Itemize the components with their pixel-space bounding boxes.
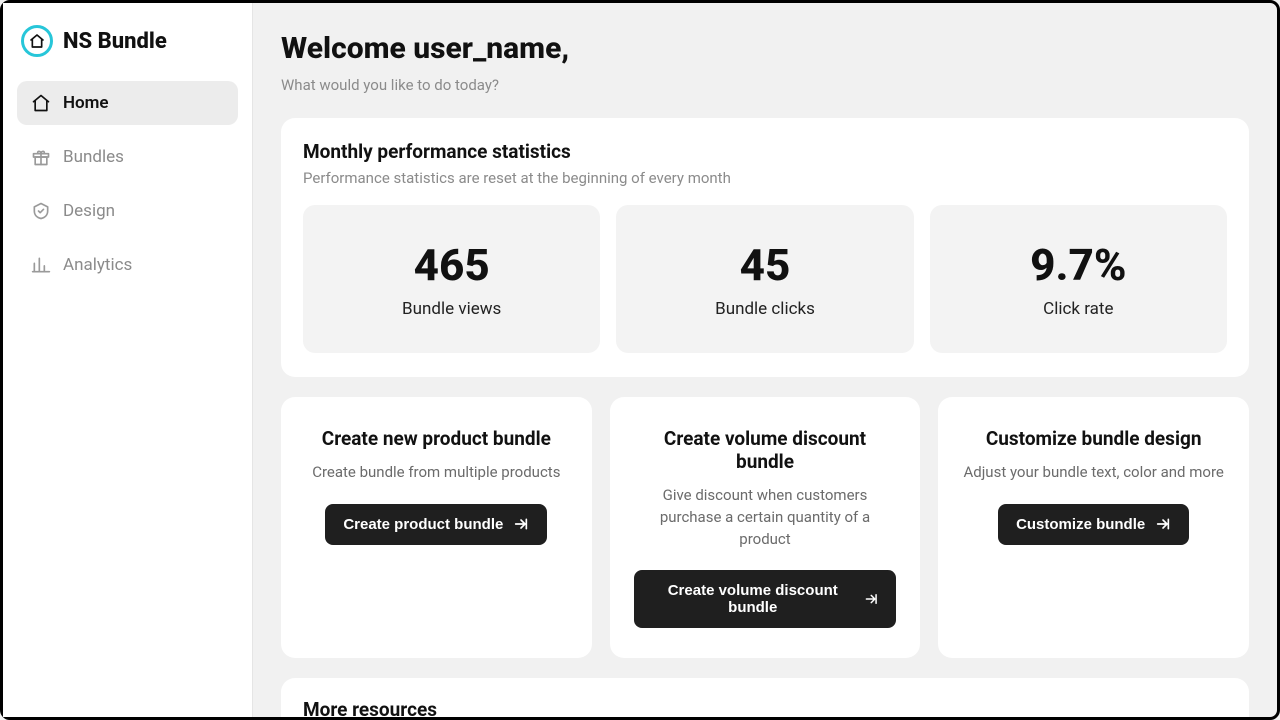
sidebar-item-design[interactable]: Design [17, 189, 238, 233]
action-desc: Give discount when customers purchase a … [634, 485, 897, 550]
customize-bundle-button[interactable]: Customize bundle [998, 504, 1189, 545]
stat-card-clicks: 45 Bundle clicks [616, 205, 913, 353]
sidebar-item-home[interactable]: Home [17, 81, 238, 125]
action-title: Create new product bundle [322, 427, 551, 450]
resources-title: More resources [303, 698, 1227, 717]
brand-icon [21, 25, 53, 57]
brand-name: NS Bundle [63, 29, 167, 54]
resources-panel: More resources Visit Help Center All ans… [281, 678, 1249, 717]
stat-label: Bundle views [315, 299, 588, 319]
brand: NS Bundle [17, 21, 238, 75]
stat-card-views: 465 Bundle views [303, 205, 600, 353]
arrow-right-icon [513, 516, 529, 532]
button-label: Customize bundle [1016, 516, 1145, 533]
action-title: Create volume discount bundle [634, 427, 897, 473]
sidebar-item-analytics[interactable]: Analytics [17, 243, 238, 287]
welcome-subtitle: What would you like to do today? [281, 76, 1249, 94]
stat-value: 465 [315, 239, 588, 291]
create-volume-discount-button[interactable]: Create volume discount bundle [634, 570, 897, 628]
action-card-volume-discount: Create volume discount bundle Give disco… [610, 397, 921, 658]
home-icon [31, 93, 51, 113]
sidebar-item-label: Analytics [63, 255, 132, 275]
design-icon [31, 201, 51, 221]
stat-value: 45 [628, 239, 901, 291]
sidebar: NS Bundle Home Bundles Design Analytics [3, 3, 253, 717]
main: Welcome user_name, What would you like t… [253, 3, 1277, 717]
stats-title: Monthly performance statistics [303, 140, 1227, 163]
action-desc: Create bundle from multiple products [312, 462, 560, 484]
actions-grid: Create new product bundle Create bundle … [281, 397, 1249, 658]
arrow-right-icon [864, 591, 878, 607]
action-card-customize-design: Customize bundle design Adjust your bund… [938, 397, 1249, 658]
action-card-product-bundle: Create new product bundle Create bundle … [281, 397, 592, 658]
stat-label: Click rate [942, 299, 1215, 319]
button-label: Create volume discount bundle [652, 582, 854, 616]
sidebar-item-label: Bundles [63, 147, 124, 167]
action-desc: Adjust your bundle text, color and more [963, 462, 1223, 484]
stat-value: 9.7% [942, 239, 1215, 291]
arrow-right-icon [1155, 516, 1171, 532]
welcome-title: Welcome user_name, [281, 31, 1249, 66]
stat-label: Bundle clicks [628, 299, 901, 319]
stat-card-rate: 9.7% Click rate [930, 205, 1227, 353]
sidebar-item-label: Design [63, 201, 115, 221]
gift-icon [31, 147, 51, 167]
action-title: Customize bundle design [986, 427, 1202, 450]
stats-subtitle: Performance statistics are reset at the … [303, 169, 1227, 187]
analytics-icon [31, 255, 51, 275]
create-product-bundle-button[interactable]: Create product bundle [325, 504, 547, 545]
nav: Home Bundles Design Analytics [17, 81, 238, 287]
button-label: Create product bundle [343, 516, 503, 533]
sidebar-item-label: Home [63, 93, 109, 113]
stats-panel: Monthly performance statistics Performan… [281, 118, 1249, 377]
sidebar-item-bundles[interactable]: Bundles [17, 135, 238, 179]
